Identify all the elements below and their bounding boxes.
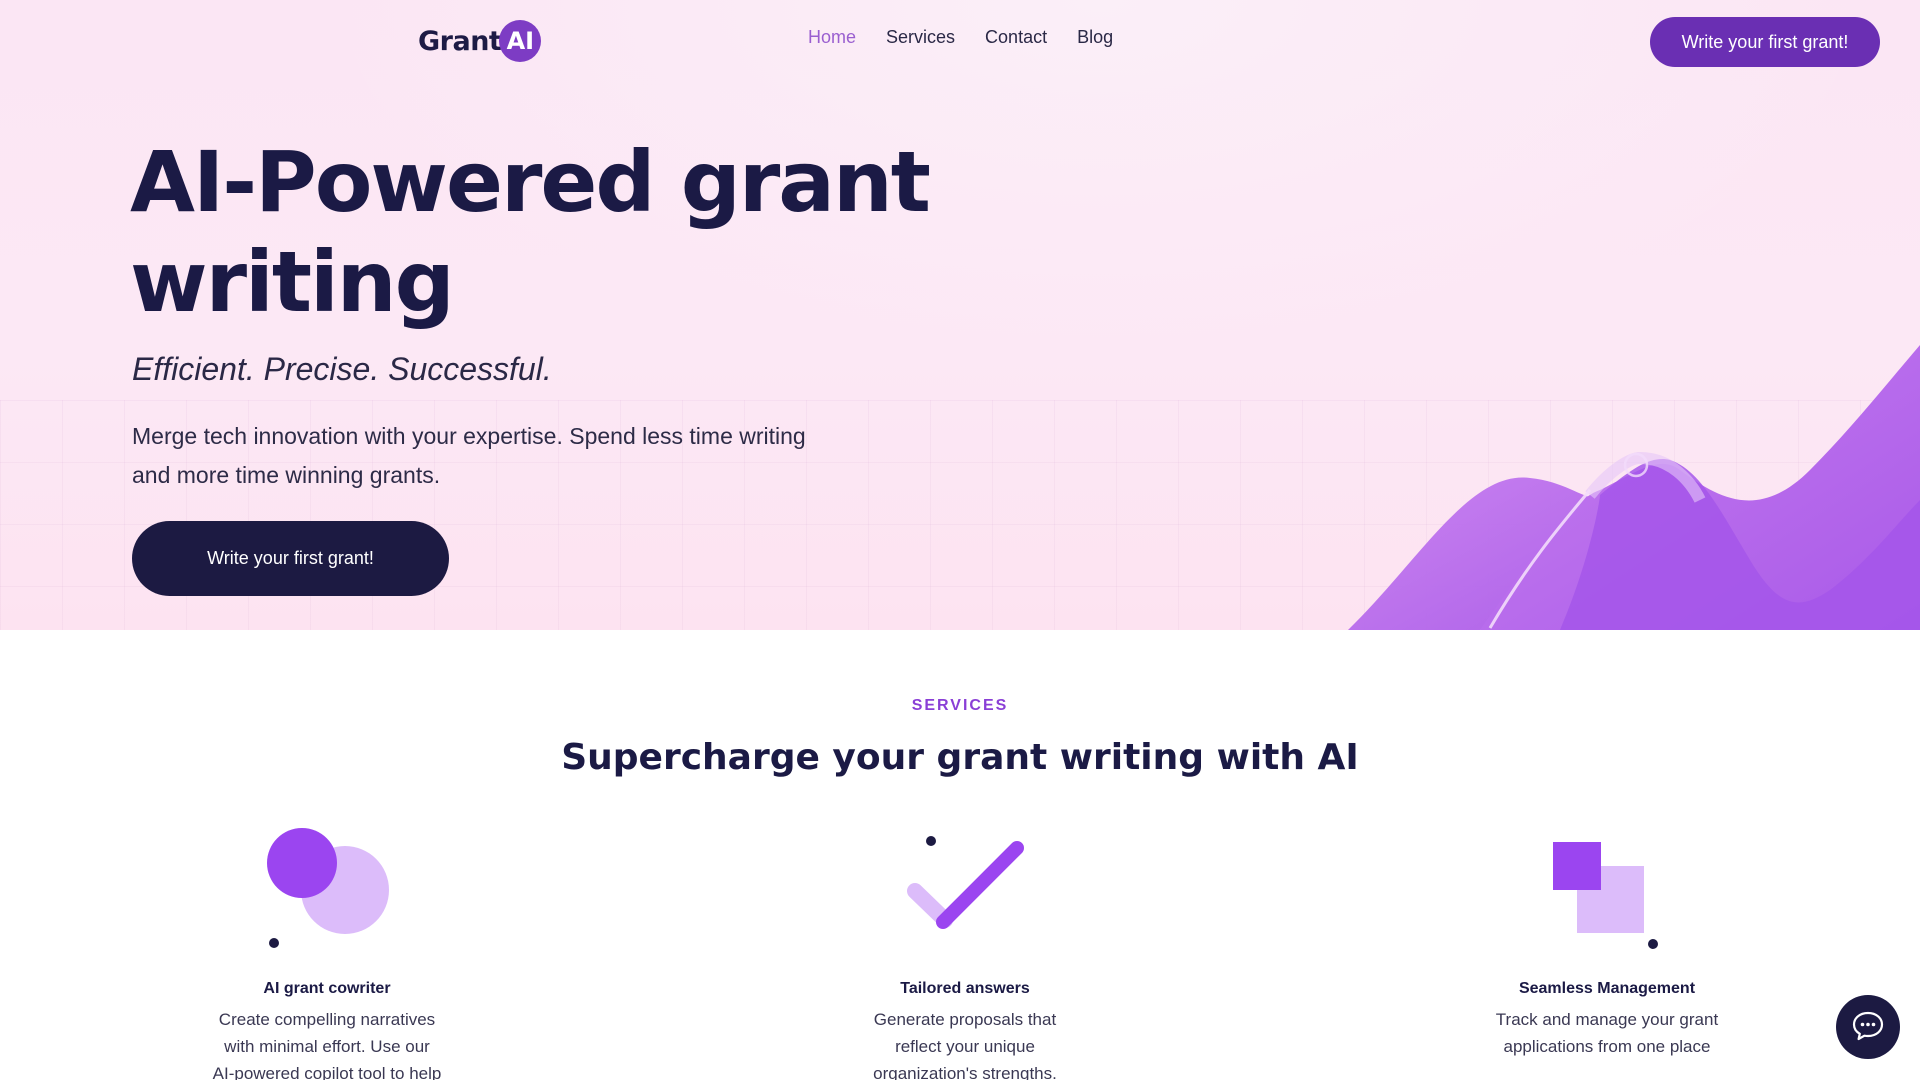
service-card-title: Seamless Management: [1518, 980, 1696, 997]
squares-icon: [1447, 820, 1767, 950]
hero-title-line1: AI-Powered grant: [130, 133, 931, 231]
circles-icon: [167, 820, 487, 950]
service-card-cowriter: AI grant cowriter Create compelling narr…: [167, 820, 487, 1080]
brand-badge: AI: [499, 20, 542, 62]
chat-button[interactable]: [1836, 995, 1900, 1059]
nav-item-home[interactable]: Home: [808, 27, 856, 48]
page: Grant AI Home Services Contact Blog Writ…: [0, 0, 1920, 1080]
main-nav: Home Services Contact Blog: [808, 27, 1113, 48]
checkmark-icon: [805, 820, 1125, 950]
service-card-tailored: Tailored answers Generate proposals that…: [805, 820, 1125, 1080]
service-card-description: Track and manage your grant applications…: [1495, 1010, 1719, 1056]
nav-item-blog[interactable]: Blog: [1077, 27, 1113, 48]
hero-title: AI-Powered grant writing: [130, 132, 1030, 332]
services-eyebrow: SERVICES: [911, 697, 1009, 714]
nav-item-services[interactable]: Services: [886, 27, 955, 48]
hero-cta-button[interactable]: Write your first grant!: [132, 521, 449, 596]
service-card-description: Generate proposals that reflect your uni…: [873, 1010, 1057, 1080]
services-title: Supercharge your grant writing with AI: [561, 737, 1359, 778]
nav-cta-button[interactable]: Write your first grant!: [1650, 17, 1880, 67]
hero-section: Grant AI Home Services Contact Blog Writ…: [0, 0, 1920, 630]
hero-tagline: Efficient. Precise. Successful.: [132, 351, 552, 387]
service-card-title: Tailored answers: [900, 980, 1030, 997]
hero-title-line2: writing: [130, 233, 455, 331]
service-card-management: Seamless Management Track and manage you…: [1447, 820, 1767, 1060]
service-card-description: Create compelling narratives with minima…: [212, 1010, 442, 1080]
nav-item-contact[interactable]: Contact: [985, 27, 1047, 48]
chat-bubble-icon: [1851, 1010, 1885, 1045]
brand-logo[interactable]: Grant AI: [418, 18, 542, 64]
brand-name: Grant: [418, 25, 502, 57]
service-card-title: AI grant cowriter: [263, 980, 391, 997]
hero-description: Merge tech innovation with your expertis…: [132, 423, 806, 488]
